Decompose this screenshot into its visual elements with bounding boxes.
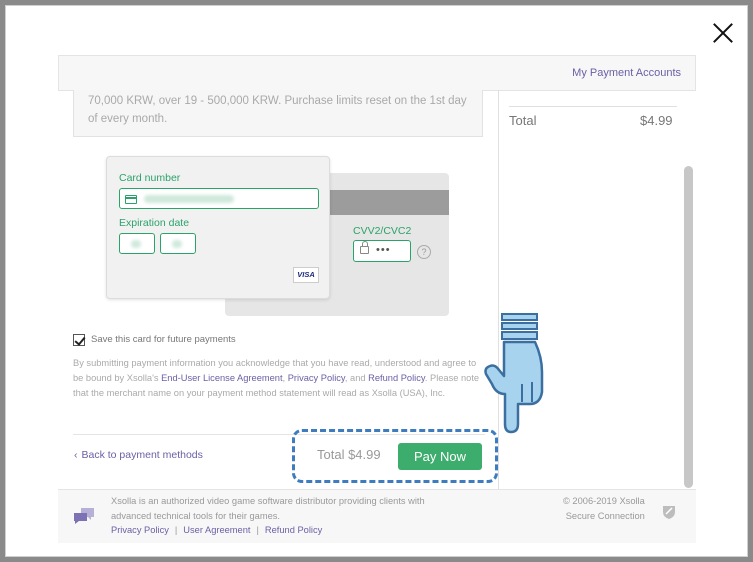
eula-link[interactable]: End-User License Agreement bbox=[161, 373, 282, 383]
back-link-label: Back to payment methods bbox=[81, 449, 203, 461]
legal-text: By submitting payment information you ac… bbox=[73, 356, 485, 401]
card-number-input[interactable] bbox=[119, 188, 319, 209]
purchase-limits-notice: 70,000 KRW, over 19 - 500,000 KRW. Purch… bbox=[73, 90, 483, 137]
pay-now-button[interactable]: Pay Now bbox=[398, 443, 482, 470]
cvv-label: CVV2/CVC2 bbox=[353, 225, 412, 237]
expiration-year-input[interactable] bbox=[160, 233, 196, 254]
card-number-masked bbox=[144, 195, 234, 203]
my-payment-accounts-link[interactable]: My Payment Accounts bbox=[572, 67, 681, 79]
legal-sep-2: , and bbox=[344, 373, 369, 383]
pay-total: Total $4.99 bbox=[317, 447, 381, 462]
copyright-text: © 2006-2019 Xsolla bbox=[563, 496, 645, 506]
secure-connection-text: Secure Connection bbox=[565, 511, 645, 521]
card-front: Card number Expiration date VISA bbox=[106, 156, 330, 299]
payment-modal: My Payment Accounts 70,000 KRW, over 19 … bbox=[5, 5, 748, 557]
summary-rule bbox=[509, 106, 677, 107]
visa-logo: VISA bbox=[293, 267, 319, 283]
footer-description: Xsolla is an authorized video game softw… bbox=[111, 496, 425, 521]
footer-separator: | bbox=[174, 525, 178, 535]
expiration-month-masked bbox=[131, 240, 141, 248]
privacy-policy-link[interactable]: Privacy Policy bbox=[288, 373, 345, 383]
cvv-input[interactable]: ••• bbox=[353, 240, 411, 262]
footer-separator: | bbox=[256, 525, 259, 535]
lock-icon bbox=[360, 241, 369, 254]
chevron-left-icon: ‹ bbox=[74, 449, 78, 461]
back-to-payment-methods-link[interactable]: ‹ Back to payment methods bbox=[74, 449, 203, 461]
chat-icon bbox=[74, 508, 94, 524]
footer-user-agreement-link[interactable]: User Agreement bbox=[183, 525, 250, 535]
refund-policy-link[interactable]: Refund Policy bbox=[368, 373, 425, 383]
summary-total-label: Total bbox=[509, 113, 537, 128]
footer: Xsolla is an authorized video game softw… bbox=[58, 489, 696, 543]
footer-privacy-link[interactable]: Privacy Policy bbox=[111, 525, 169, 535]
footer-refund-link[interactable]: Refund Policy bbox=[265, 525, 322, 535]
card-number-label: Card number bbox=[119, 172, 181, 184]
pointing-hand-icon bbox=[484, 313, 544, 434]
save-card-checkbox[interactable] bbox=[73, 334, 85, 346]
cvv-value: ••• bbox=[376, 244, 391, 256]
close-icon[interactable] bbox=[712, 22, 734, 44]
shield-icon bbox=[663, 506, 675, 519]
footer-copyright: © 2006-2019 Xsolla Secure Connection bbox=[563, 494, 645, 524]
expiration-year-masked bbox=[172, 240, 182, 248]
expiration-month-input[interactable] bbox=[119, 233, 155, 254]
card-icon bbox=[125, 195, 137, 204]
payment-header: My Payment Accounts bbox=[58, 55, 696, 91]
footer-links: Privacy Policy | User Agreement | Refund Pol… bbox=[111, 525, 322, 535]
scrollbar[interactable] bbox=[684, 166, 693, 488]
expiration-date-label: Expiration date bbox=[119, 217, 190, 229]
help-icon[interactable]: ? bbox=[417, 245, 431, 259]
save-card-label: Save this card for future payments bbox=[91, 334, 236, 345]
summary-total-value: $4.99 bbox=[640, 113, 673, 128]
